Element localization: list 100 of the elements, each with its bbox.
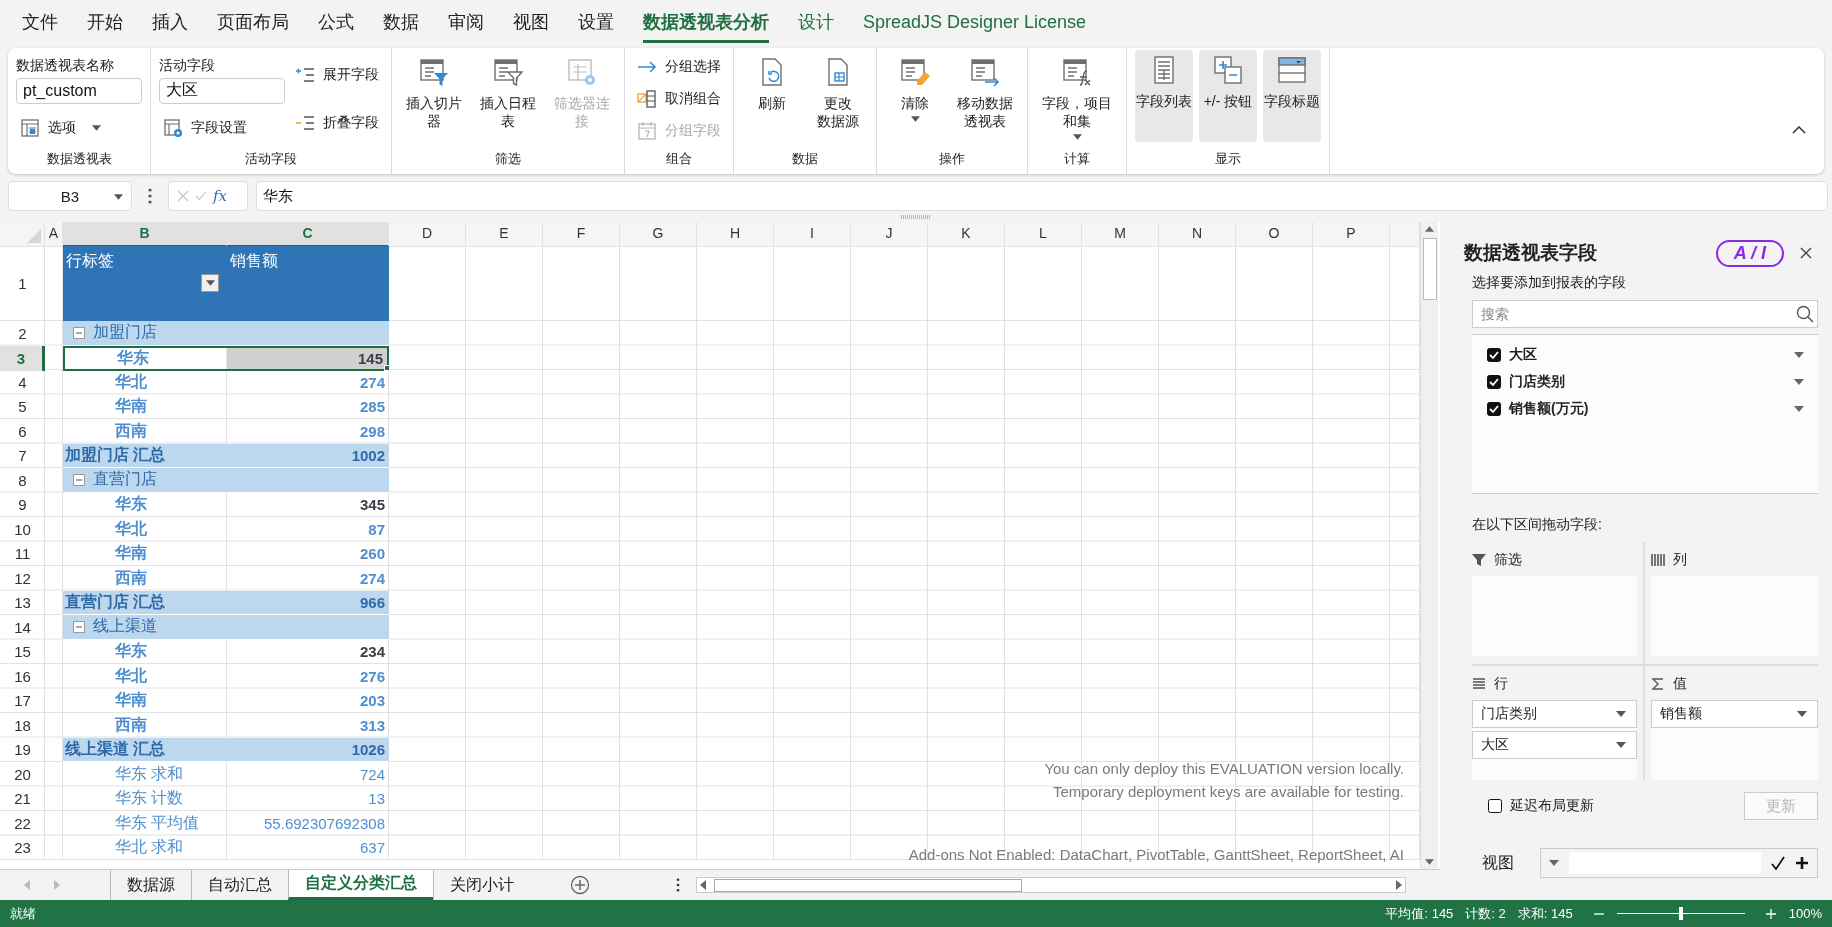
checkbox[interactable] [1487, 374, 1501, 389]
ribbon-button[interactable]: 刷新 [742, 52, 802, 117]
caret-icon[interactable] [1794, 405, 1804, 412]
row-header[interactable]: 15 [0, 639, 45, 664]
chevron-up-icon[interactable] [1792, 126, 1806, 134]
zoom-slider-thumb[interactable] [1678, 907, 1683, 920]
menu-tab[interactable]: 公式 [318, 2, 354, 43]
checkbox[interactable] [1487, 401, 1501, 416]
row-header[interactable]: 6 [0, 419, 45, 444]
ribbon-button[interactable]: 字段列表 [1135, 50, 1193, 142]
column-header[interactable]: D [389, 222, 466, 247]
menu-tab[interactable]: 审阅 [448, 2, 484, 43]
row-header[interactable]: 4 [0, 370, 45, 395]
formula-field[interactable]: 华东 [256, 181, 1828, 211]
menu-tab[interactable]: 文件 [22, 2, 58, 43]
collapse-toggle-icon[interactable] [73, 473, 85, 486]
row-header[interactable]: 20 [0, 762, 45, 787]
drop-zone[interactable]: 门店类别 大区 [1472, 700, 1637, 780]
drop-zone[interactable]: 销售额 [1651, 700, 1818, 780]
menu-tab[interactable]: 数据透视表分析 [643, 2, 769, 43]
column-header[interactable]: F [543, 222, 620, 247]
horizontal-scrollbar[interactable] [696, 877, 1406, 893]
close-icon[interactable] [1800, 247, 1812, 259]
row-header[interactable]: 12 [0, 566, 45, 591]
grip-handle-icon[interactable] [901, 215, 931, 219]
row-header[interactable]: 10 [0, 517, 45, 542]
search-icon[interactable] [1796, 305, 1814, 323]
field-dropdown[interactable]: 销售额 [1651, 700, 1818, 728]
scroll-right-icon[interactable] [1396, 880, 1402, 890]
filter-dropdown-button[interactable] [201, 274, 219, 292]
row-header[interactable]: 16 [0, 664, 45, 689]
zoom-in-icon[interactable] [1764, 907, 1777, 920]
column-header[interactable]: G [620, 222, 697, 247]
field-dropdown[interactable]: 大区 [1472, 731, 1637, 759]
column-header[interactable]: P [1313, 222, 1390, 247]
row-header[interactable]: 3 [0, 345, 45, 371]
row-header[interactable]: 2 [0, 321, 45, 346]
row-header[interactable]: 8 [0, 468, 45, 493]
menu-tab[interactable]: 开始 [87, 2, 123, 43]
ribbon-button[interactable]: +/- 按钮 [1199, 50, 1257, 142]
checkbox[interactable] [1487, 347, 1501, 362]
ribbon-button[interactable]: 字段，项目 和集 [1036, 52, 1118, 145]
column-header[interactable]: L [1005, 222, 1082, 247]
menu-tab[interactable]: 设计 [798, 2, 834, 43]
column-header[interactable]: B [63, 222, 227, 247]
caret-icon[interactable] [1549, 860, 1559, 866]
text-field[interactable]: 大区 [159, 77, 285, 104]
field-name[interactable]: 销售额(万元) [1509, 399, 1786, 418]
row-header[interactable]: 21 [0, 786, 45, 811]
menu-tab[interactable]: 插入 [152, 2, 188, 43]
ribbon-button[interactable]: 选项 [16, 115, 142, 142]
text-field[interactable]: pt_custom [16, 77, 142, 104]
row-header[interactable]: 22 [0, 811, 45, 836]
menu-tab[interactable]: 数据 [383, 2, 419, 43]
ribbon-button[interactable]: 字段标题 [1263, 50, 1321, 142]
ribbon-button[interactable]: 移动数据 透视表 [951, 52, 1019, 135]
ribbon-button[interactable]: 更改 数据源 [808, 52, 868, 135]
check-icon[interactable] [1771, 856, 1785, 870]
row-header[interactable]: 5 [0, 394, 45, 419]
column-header[interactable]: E [466, 222, 543, 247]
menu-tab[interactable]: 视图 [513, 2, 549, 43]
column-header[interactable]: C [227, 222, 389, 247]
column-header[interactable]: O [1236, 222, 1313, 247]
scroll-thumb[interactable] [714, 878, 1022, 892]
menu-tab[interactable]: 页面布局 [217, 2, 289, 43]
row-header[interactable]: 17 [0, 688, 45, 713]
ribbon-button[interactable]: 折叠字段 [291, 110, 383, 136]
column-header[interactable]: K [928, 222, 1005, 247]
row-header[interactable]: 9 [0, 492, 45, 517]
column-header[interactable]: A [45, 222, 63, 247]
scroll-up-icon[interactable] [1425, 226, 1434, 232]
column-header[interactable]: N [1159, 222, 1236, 247]
ribbon-button[interactable]: 展开字段 [291, 62, 383, 88]
field-name[interactable]: 门店类别 [1509, 372, 1786, 391]
function-button[interactable]: fx [213, 187, 227, 205]
menu-tab[interactable]: 设置 [578, 2, 614, 43]
plus-icon[interactable] [1795, 856, 1809, 870]
more-icon[interactable] [148, 188, 152, 204]
ai-button[interactable]: A / I [1715, 239, 1784, 267]
row-header[interactable]: 7 [0, 443, 45, 468]
row-header[interactable]: 1 [0, 246, 45, 321]
collapse-toggle-icon[interactable] [73, 620, 85, 633]
collapse-toggle-icon[interactable] [73, 326, 85, 339]
ribbon-button[interactable]: 字段设置 [159, 115, 285, 142]
checkbox[interactable] [1488, 799, 1502, 813]
fill-handle[interactable] [384, 364, 390, 371]
ribbon-button[interactable]: 清除 [885, 52, 945, 127]
caret-icon[interactable] [1794, 351, 1804, 358]
ribbon-button[interactable]: 分组选择 [633, 54, 725, 80]
field-dropdown[interactable]: 门店类别 [1472, 700, 1637, 728]
ribbon-button[interactable]: 插入切片 器 [400, 52, 468, 135]
row-header[interactable]: 18 [0, 713, 45, 738]
menu-tab[interactable]: SpreadJS Designer License [863, 3, 1087, 42]
row-header[interactable]: 11 [0, 541, 45, 566]
field-name[interactable]: 大区 [1509, 345, 1786, 364]
name-box[interactable]: B3 [8, 181, 132, 211]
column-header[interactable]: I [774, 222, 851, 247]
column-header[interactable]: H [697, 222, 774, 247]
row-header[interactable]: 23 [0, 835, 45, 860]
row-header[interactable]: 14 [0, 615, 45, 640]
